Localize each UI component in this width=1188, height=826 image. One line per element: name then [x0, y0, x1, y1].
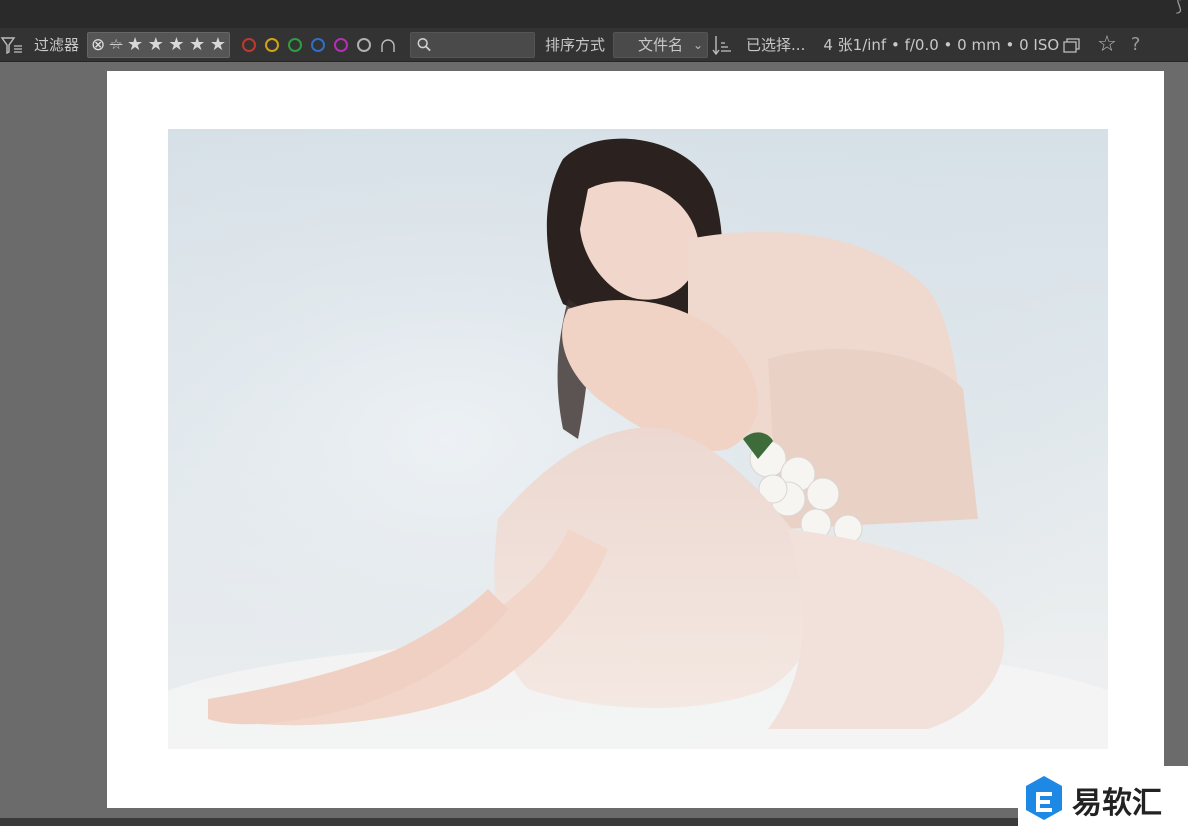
selected-count: 已选择... [746, 36, 806, 54]
color-blue-icon[interactable] [311, 37, 326, 52]
star-3-icon[interactable]: ★ [168, 35, 184, 54]
unrated-star-icon[interactable]: ☆ [110, 37, 123, 53]
star-1-icon[interactable]: ★ [127, 35, 143, 54]
photo-preview[interactable] [168, 129, 1108, 749]
filter-toolbar: 过滤器 ⊗ ☆ ★ ★ ★ ★ ★ 排序方式 文件名 ⌄ 已选择... 4 张1… [0, 28, 1188, 62]
brand-logo-icon [1026, 776, 1062, 820]
image-info: 4 张1/inf • f/0.0 • 0 mm • 0 ISO [823, 36, 1060, 54]
color-green-icon[interactable] [288, 37, 303, 52]
left-panel [0, 62, 107, 819]
filter-label: 过滤器 [34, 36, 80, 54]
grouping-icon[interactable] [1063, 37, 1081, 53]
sort-label: 排序方式 [545, 36, 606, 54]
rating-filter[interactable]: ⊗ ☆ ★ ★ ★ ★ ★ [87, 31, 231, 58]
photo-illustration [168, 129, 1108, 749]
filter-icon[interactable] [0, 33, 24, 57]
color-red-icon[interactable] [242, 37, 257, 52]
color-gray-icon[interactable] [357, 37, 372, 52]
reject-icon[interactable]: ⊗ [91, 35, 105, 55]
watermark: 易软汇 [1018, 766, 1188, 826]
window-corner-icon: ⟆ [1175, 0, 1182, 15]
sort-select[interactable]: 文件名 ⌄ [613, 31, 709, 58]
chevron-down-icon: ⌄ [692, 37, 704, 52]
watermark-text: 易软汇 [1072, 786, 1162, 821]
help-icon[interactable]: ? [1131, 34, 1141, 55]
title-strip: ⟆ [0, 0, 1188, 28]
search-input[interactable] [435, 36, 535, 53]
color-label-filter [242, 37, 396, 52]
star-5-icon[interactable]: ★ [210, 35, 226, 54]
bottom-bar [0, 818, 1188, 826]
sort-select-value: 文件名 [638, 36, 684, 54]
star-2-icon[interactable]: ★ [148, 35, 164, 54]
search-box[interactable] [410, 31, 536, 58]
color-magenta-icon[interactable] [334, 37, 349, 52]
color-yellow-icon[interactable] [265, 37, 280, 52]
star-4-icon[interactable]: ★ [189, 35, 205, 54]
search-icon [417, 38, 431, 52]
sort-direction-icon[interactable] [712, 34, 732, 56]
color-operator-icon[interactable] [380, 38, 396, 52]
star-icon[interactable]: ☆ [1097, 32, 1117, 57]
